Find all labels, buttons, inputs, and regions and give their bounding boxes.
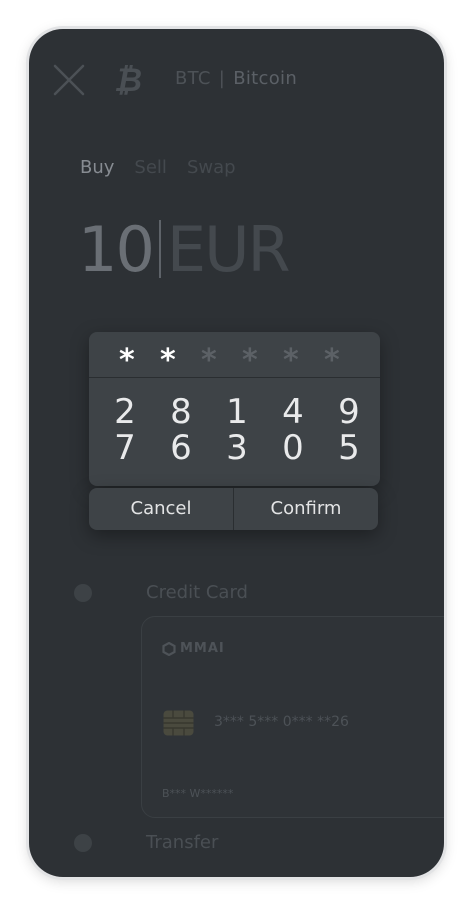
asset-symbol: BTC: [175, 68, 211, 89]
card-number: 3*** 5*** 0*** **26: [214, 714, 349, 730]
pin-dot: *: [324, 342, 340, 378]
keypad-key[interactable]: 4: [265, 394, 321, 430]
payment-screen: ₿ BTC | Bitcoin Buy Sell Swap 10 EUR Cre…: [29, 29, 444, 877]
tab-swap[interactable]: Swap: [187, 157, 236, 178]
pin-dialog: * * * * * * 2 8 1 4 9 7 6 3 0 5: [89, 332, 380, 486]
keypad-key[interactable]: 7: [97, 430, 153, 466]
close-icon[interactable]: [51, 62, 87, 98]
text-cursor: [158, 220, 161, 278]
keypad-key[interactable]: 1: [209, 394, 265, 430]
header: ₿ BTC | Bitcoin: [29, 29, 444, 129]
asset-name: Bitcoin: [233, 68, 298, 89]
keypad-key[interactable]: 2: [97, 394, 153, 430]
card-chip-icon: [163, 710, 194, 736]
pin-dot: *: [119, 342, 135, 378]
keypad-key[interactable]: 6: [153, 430, 209, 466]
cancel-button[interactable]: Cancel: [89, 488, 233, 530]
keypad-key[interactable]: 5: [321, 430, 377, 466]
keypad-key[interactable]: 0: [265, 430, 321, 466]
svg-text:₿: ₿: [114, 61, 142, 97]
pin-dot: *: [242, 342, 258, 378]
pin-indicator: * * * * * *: [89, 332, 380, 378]
keypad-key[interactable]: 9: [321, 394, 377, 430]
pin-dot: *: [160, 342, 176, 378]
tab-buy[interactable]: Buy: [80, 157, 114, 178]
amount-input[interactable]: 10 EUR: [78, 212, 291, 286]
tab-sell[interactable]: Sell: [134, 157, 167, 178]
mmai-logo-icon: [162, 641, 176, 656]
credit-card-radio[interactable]: [74, 584, 92, 602]
card-brand: MMAI: [180, 641, 225, 656]
pin-dot: *: [201, 342, 217, 378]
pin-dot: *: [283, 342, 299, 378]
card-holder: B*** W******: [162, 787, 234, 800]
keypad-key[interactable]: 8: [153, 394, 209, 430]
trade-tabs: Buy Sell Swap: [80, 157, 236, 178]
card-brand-logo: MMAI: [162, 641, 225, 656]
keypad-key[interactable]: 3: [209, 430, 265, 466]
page-title: BTC | Bitcoin: [175, 68, 297, 89]
transfer-label: Transfer: [146, 832, 219, 853]
credit-card-label: Credit Card: [146, 582, 248, 603]
confirm-button[interactable]: Confirm: [233, 488, 378, 530]
title-separator: |: [218, 68, 226, 89]
amount-currency: EUR: [166, 212, 291, 286]
bitcoin-icon: ₿: [114, 61, 142, 97]
amount-value: 10: [78, 212, 155, 286]
pin-keypad: 2 8 1 4 9 7 6 3 0 5: [89, 378, 380, 466]
transfer-radio[interactable]: [74, 834, 92, 852]
pin-dialog-actions: Cancel Confirm: [89, 488, 378, 530]
credit-card[interactable]: MMAI 3*** 5*** 0*** **26 B*** W******: [141, 616, 444, 818]
